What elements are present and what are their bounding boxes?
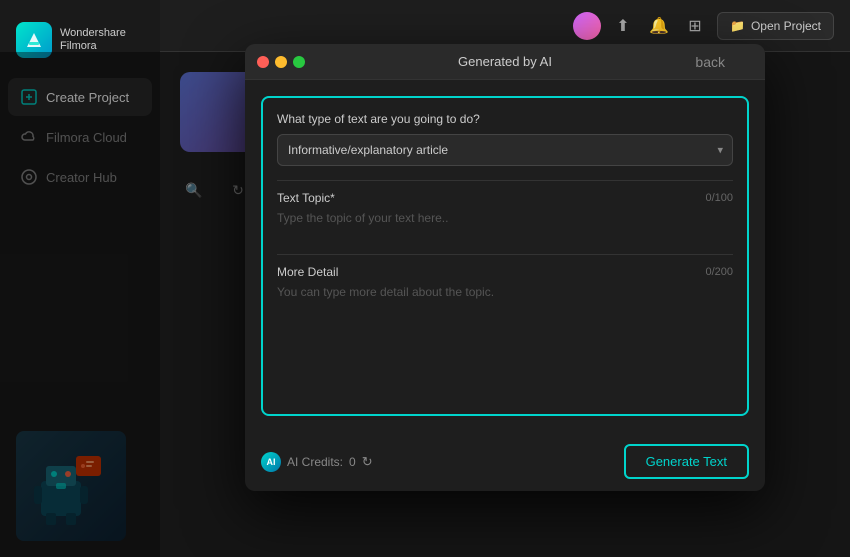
window-close-button[interactable] (257, 56, 269, 68)
text-topic-input[interactable] (277, 211, 733, 239)
logo-text: Wondershare Filmora (60, 27, 126, 53)
more-detail-input[interactable] (277, 285, 733, 395)
dialog-footer: AI AI Credits: 0 ↻ Generate Text (245, 432, 765, 491)
text-type-select-wrapper: Informative/explanatory article ▾ (277, 134, 733, 166)
type-question-label: What type of text are you going to do? (277, 112, 733, 126)
credits-refresh-button[interactable]: ↻ (362, 454, 373, 470)
window-minimize-button[interactable] (275, 56, 287, 68)
ai-credits-icon: AI (261, 452, 281, 472)
more-detail-label: More Detail (277, 265, 338, 279)
folder-icon: 📁 (730, 19, 745, 33)
more-detail-count: 0/200 (705, 266, 733, 278)
text-topic-row: Text Topic* 0/100 (277, 191, 733, 205)
window-maximize-button[interactable] (293, 56, 305, 68)
back-button[interactable]: back (695, 54, 725, 70)
dialog-title: Generated by AI (458, 54, 552, 69)
credits-info: AI AI Credits: 0 ↻ (261, 452, 373, 472)
grid-button[interactable]: ⊞ (681, 12, 709, 40)
divider-1 (277, 180, 733, 181)
content-area: ⬆ 🔔 ⊞ 📁 Open Project Copywriting AI › (160, 0, 850, 557)
dialog-titlebar: back Generated by AI (245, 44, 765, 80)
dialog: back Generated by AI What type of text a… (245, 44, 765, 491)
credits-value: 0 (349, 455, 356, 469)
main-content: Copywriting AI › 🔍 ↻ ⊞ (160, 52, 850, 557)
dialog-body: What type of text are you going to do? I… (245, 80, 765, 432)
text-topic-count: 0/100 (705, 192, 733, 204)
more-detail-row: More Detail 0/200 (277, 265, 733, 279)
upload-button[interactable]: ⬆ (609, 12, 637, 40)
generate-text-button[interactable]: Generate Text (624, 444, 749, 479)
open-project-button[interactable]: 📁 Open Project (717, 12, 834, 40)
app-window: Wondershare Filmora Create Project Filmo… (0, 0, 850, 557)
notification-button[interactable]: 🔔 (645, 12, 673, 40)
text-topic-label: Text Topic* (277, 191, 335, 205)
topbar-actions: ⬆ 🔔 ⊞ 📁 Open Project (573, 12, 834, 40)
credits-label: AI Credits: (287, 455, 343, 469)
divider-2 (277, 254, 733, 255)
window-controls (257, 56, 305, 68)
avatar (573, 12, 601, 40)
text-type-select[interactable]: Informative/explanatory article (277, 134, 733, 166)
form-section: What type of text are you going to do? I… (261, 96, 749, 416)
